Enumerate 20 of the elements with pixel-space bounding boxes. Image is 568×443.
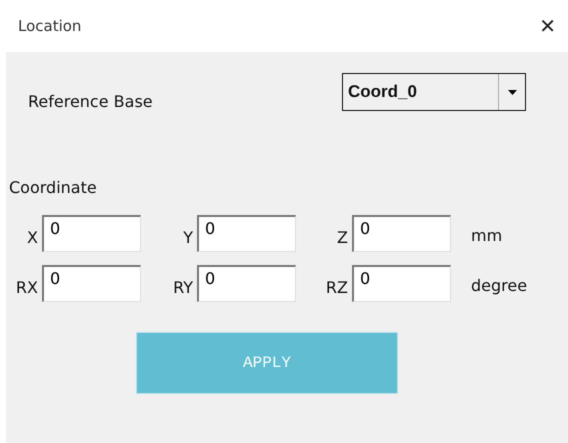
input-field[interactable]: 0 (197, 265, 296, 302)
field-label: RX (14, 278, 39, 297)
dropdown-arrow-icon (508, 90, 516, 94)
field-label: Z (336, 228, 349, 247)
input-field[interactable]: 0 (42, 215, 141, 252)
input-field[interactable]: 0 (42, 265, 141, 302)
field-label: Y (182, 228, 194, 247)
field-label: RZ (324, 278, 349, 297)
window-title: Location (18, 17, 82, 35)
field-label: X (26, 228, 39, 247)
input-field[interactable]: 0 (197, 215, 296, 252)
input-field[interactable]: 0 (352, 265, 451, 302)
coordinate-label: Coordinate (9, 178, 97, 197)
unit-label: mm (470, 226, 504, 245)
reference-base-label: Reference Base (28, 92, 153, 110)
input-field[interactable]: 0 (352, 215, 451, 252)
reference-base-dropdown[interactable]: Coord_0 (342, 73, 526, 111)
field-label: RY (172, 278, 194, 297)
unit-label: degree (470, 276, 528, 295)
close-button[interactable]: ✕ (527, 14, 568, 38)
